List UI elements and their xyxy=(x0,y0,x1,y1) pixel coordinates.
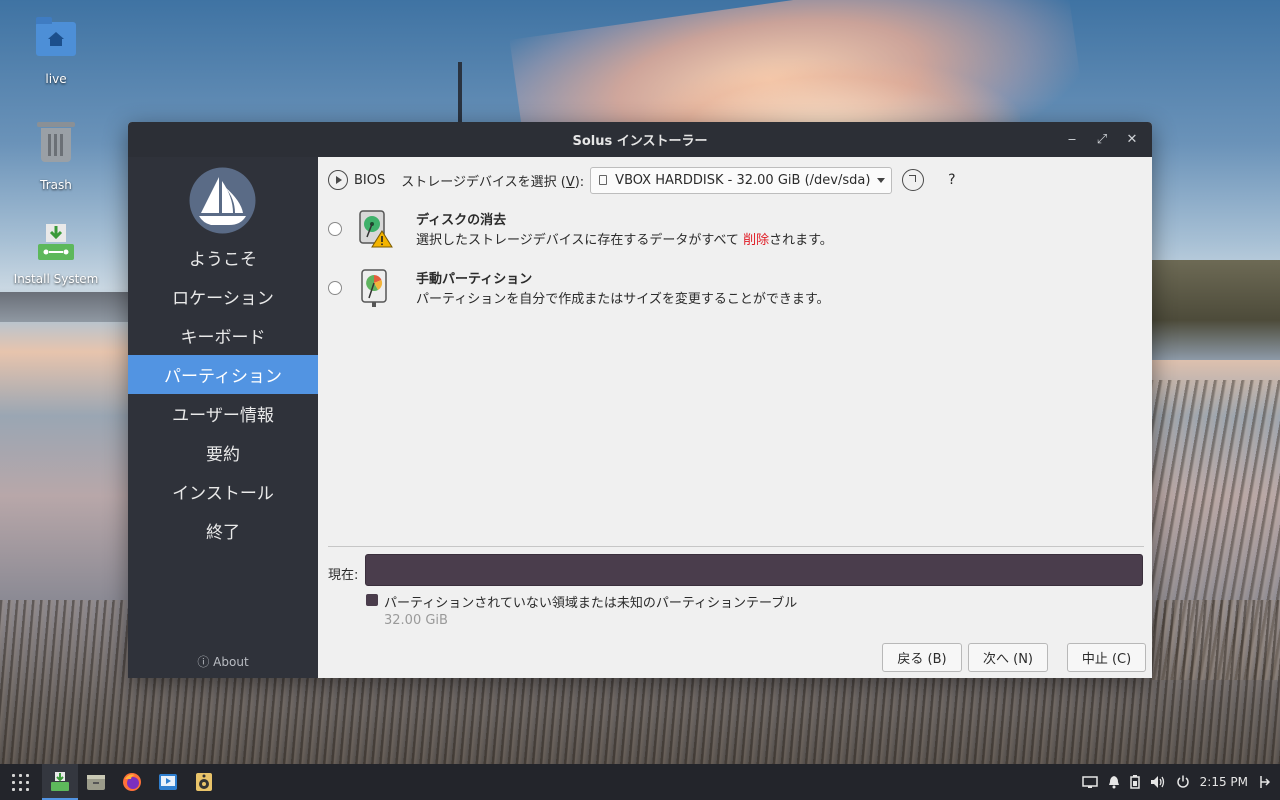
desktop-icon-label: Trash xyxy=(40,178,72,192)
taskbar-installer[interactable] xyxy=(46,768,74,796)
network-icon[interactable] xyxy=(1081,775,1098,789)
installer-sidebar: ようこそ ロケーション キーボード パーティション ユーザー情報 要約 インスト… xyxy=(128,157,318,678)
taskbar-files[interactable] xyxy=(82,768,110,796)
nav-item-welcome[interactable]: ようこそ xyxy=(128,238,318,277)
solus-logo-icon xyxy=(189,167,256,234)
nav-item-finish[interactable]: 終了 xyxy=(128,511,318,550)
next-button[interactable]: 次へ (N) xyxy=(968,643,1048,672)
window-controls: ‒ ⤢ ✕ xyxy=(1060,122,1144,157)
chevron-down-icon xyxy=(877,177,886,183)
disk-warning-icon xyxy=(359,210,393,248)
option-erase-disk[interactable]: ディスクの消去 選択したストレージデバイスに存在するデータがすべて 削除されます… xyxy=(328,207,1128,251)
installer-nav: ようこそ ロケーション キーボード パーティション ユーザー情報 要約 インスト… xyxy=(128,238,318,550)
device-select-label: ストレージデバイスを選択 (V): xyxy=(401,174,585,190)
window-titlebar[interactable]: Solus インストーラー ‒ ⤢ ✕ xyxy=(128,122,1152,157)
legend-size: 32.00 GiB xyxy=(384,613,448,628)
manual-partition-radio[interactable] xyxy=(328,281,342,295)
back-button[interactable]: 戻る (B) xyxy=(882,643,962,672)
divider xyxy=(328,546,1144,547)
media-player-icon xyxy=(159,774,177,790)
install-system-icon xyxy=(34,222,78,266)
current-layout-label: 現在: xyxy=(328,568,359,583)
wallpaper-shore xyxy=(1150,260,1280,360)
nav-item-install[interactable]: インストール xyxy=(128,472,318,511)
manual-partition-description: パーティションを自分で作成またはサイズを変更することができます。 xyxy=(416,292,830,307)
files-icon xyxy=(87,775,105,790)
device-row: BIOS ストレージデバイスを選択 (V): VBOX HARDDISK - 3… xyxy=(328,165,956,195)
erase-disk-radio[interactable] xyxy=(328,222,342,236)
legend-swatch xyxy=(366,594,378,606)
nav-item-keyboard[interactable]: キーボード xyxy=(128,316,318,355)
maximize-icon[interactable]: ⤢ xyxy=(1090,128,1114,152)
about-link[interactable]: ⓘ About xyxy=(128,653,318,670)
desktop-icon-trash[interactable]: Trash xyxy=(6,118,106,192)
cancel-button[interactable]: 中止 (C) xyxy=(1067,643,1146,672)
trash-icon xyxy=(34,122,78,172)
close-icon[interactable]: ✕ xyxy=(1120,128,1144,152)
installer-icon xyxy=(51,772,69,791)
erase-disk-description: 選択したストレージデバイスに存在するデータがすべて 削除されます。 xyxy=(416,233,833,248)
volume-icon[interactable] xyxy=(1150,775,1166,789)
taskbar: 2:15 PM xyxy=(0,764,1280,800)
drive-icon xyxy=(599,175,608,185)
desktop-icon-live[interactable]: live xyxy=(6,16,106,86)
info-icon: ⓘ xyxy=(197,655,210,669)
taskbar-media-player[interactable] xyxy=(154,768,182,796)
home-folder-icon xyxy=(34,17,78,66)
window-title: Solus インストーラー xyxy=(572,134,708,149)
show-desktop-icon[interactable] xyxy=(1258,775,1270,789)
speaker-app-icon xyxy=(196,773,212,791)
storage-device-select[interactable]: VBOX HARDDISK - 32.00 GiB (/dev/sda) xyxy=(590,166,893,194)
help-button[interactable]: ? xyxy=(948,172,955,188)
nav-item-location[interactable]: ロケーション xyxy=(128,277,318,316)
taskbar-firefox[interactable] xyxy=(118,768,146,796)
battery-icon[interactable] xyxy=(1129,775,1140,789)
manual-partition-title: 手動パーティション xyxy=(416,272,533,287)
notification-bell-icon[interactable] xyxy=(1108,775,1120,789)
nav-item-summary[interactable]: 要約 xyxy=(128,433,318,472)
partition-page: BIOS ストレージデバイスを選択 (V): VBOX HARDDISK - 3… xyxy=(318,157,1152,678)
clock[interactable]: 2:15 PM xyxy=(1200,775,1248,789)
current-partition-bar xyxy=(365,554,1143,586)
about-label: About xyxy=(213,655,249,669)
firefox-icon xyxy=(123,773,141,791)
desktop-icon-label: live xyxy=(45,72,67,86)
legend-label: パーティションされていない領域または未知のパーティションテーブル xyxy=(384,596,798,611)
option-manual-partition[interactable]: 手動パーティション パーティションを自分で作成またはサイズを変更することができま… xyxy=(328,266,1128,310)
power-icon[interactable] xyxy=(1176,775,1190,789)
installer-window: Solus インストーラー ‒ ⤢ ✕ ようこそ ロケーション キーボード パー… xyxy=(128,122,1152,678)
system-tray: 2:15 PM xyxy=(1081,764,1280,800)
wallpaper-shore xyxy=(0,292,130,322)
desktop-icon-label: Install System xyxy=(13,272,99,286)
erase-disk-title: ディスクの消去 xyxy=(416,213,507,228)
minimize-icon[interactable]: ‒ xyxy=(1060,128,1084,152)
app-grid-icon xyxy=(10,772,30,792)
nav-item-user-info[interactable]: ユーザー情報 xyxy=(128,394,318,433)
refresh-icon[interactable] xyxy=(902,169,925,191)
app-menu-button[interactable] xyxy=(6,768,34,796)
nav-item-partition[interactable]: パーティション xyxy=(128,355,318,394)
boot-mode-icon xyxy=(328,170,348,190)
desktop-icon-install-system[interactable]: Install System xyxy=(6,222,106,286)
manual-partition-icon xyxy=(361,269,387,307)
firmware-label: BIOS xyxy=(354,172,386,188)
selected-device: VBOX HARDDISK - 32.00 GiB (/dev/sda) xyxy=(615,172,871,188)
taskbar-speaker-app[interactable] xyxy=(190,768,218,796)
